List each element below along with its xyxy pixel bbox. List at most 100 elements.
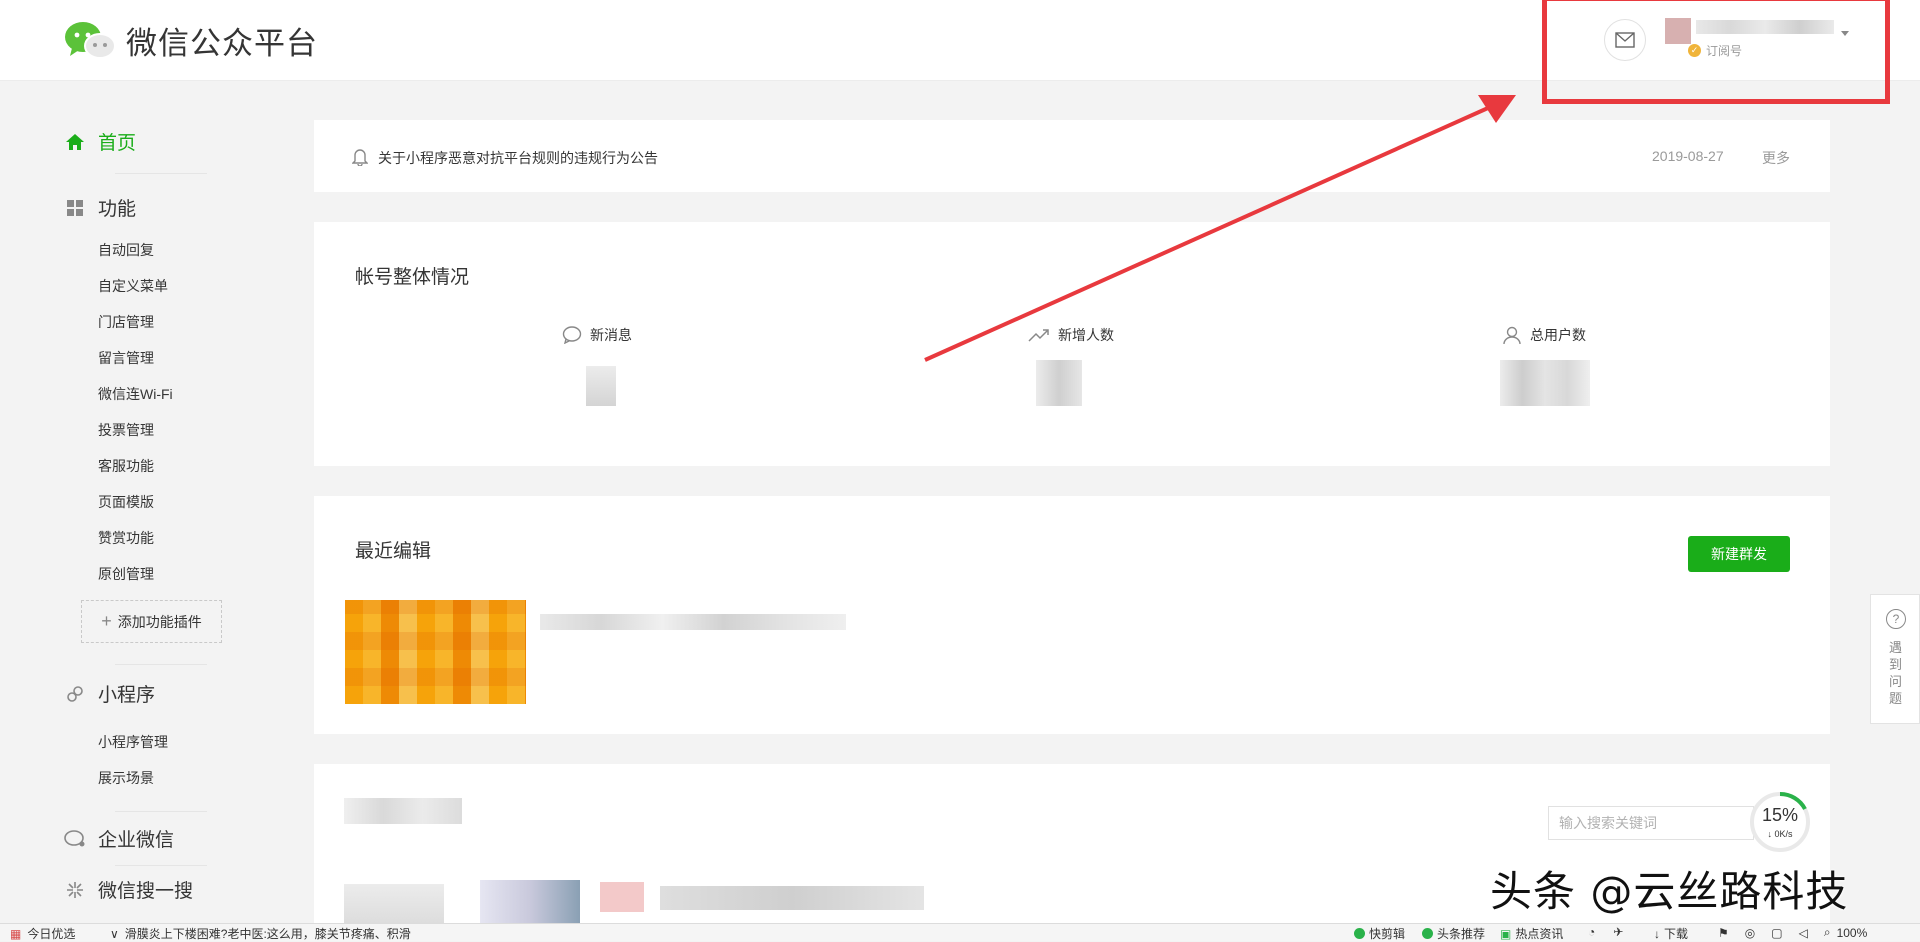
- add-plugin-label: 添加功能插件: [117, 613, 202, 630]
- sidebar-item-comments[interactable]: 留言管理: [98, 348, 154, 368]
- plus-icon: +: [101, 611, 112, 631]
- sidebar-item-auto-reply[interactable]: 自动回复: [98, 240, 154, 260]
- chevron-down-icon: ∨: [110, 926, 119, 941]
- new-mass-message-button[interactable]: 新建群发: [1688, 536, 1790, 572]
- sidebar-section-miniprogram[interactable]: 小程序: [64, 680, 155, 707]
- grid-icon: [64, 199, 86, 217]
- status-headline[interactable]: 头条推荐: [1422, 925, 1485, 942]
- recent-title: 最近编辑: [355, 541, 432, 562]
- platform-title: 微信公众平台: [126, 26, 318, 62]
- status-icons[interactable]: ◔ ✈: [1588, 925, 1641, 939]
- sidebar-item-reward[interactable]: 赞赏功能: [98, 528, 154, 548]
- enterprise-wechat-icon: [64, 829, 86, 848]
- play-icon: [1354, 928, 1365, 939]
- notice-card: 关于小程序恶意对抗平台规则的违规行为公告 2019-08-27 更多: [314, 120, 1830, 192]
- question-icon: ?: [1886, 609, 1906, 629]
- help-side-tab[interactable]: ? 遇到问题: [1870, 594, 1920, 724]
- recent-edits-card: 最近编辑 新建群发: [314, 496, 1830, 734]
- sidebar-item-home[interactable]: 首页: [64, 128, 136, 155]
- article-title-redacted[interactable]: [540, 614, 846, 630]
- add-plugin-button[interactable]: + 添加功能插件: [81, 600, 222, 643]
- stat-label: 新消息: [590, 327, 632, 343]
- status-daily-pick[interactable]: ▦ 今日优选: [10, 925, 75, 942]
- sidebar-item-original[interactable]: 原创管理: [98, 564, 154, 584]
- sidebar-section-enterprise[interactable]: 企业微信: [64, 825, 174, 852]
- divider: [115, 811, 207, 812]
- status-misc-icons[interactable]: ⚑ ◎ ▢ ◁ ⌕ 100%: [1718, 925, 1867, 940]
- stat-total-users: 总用户数: [1502, 325, 1586, 345]
- divider: [115, 173, 207, 174]
- sidebar-section-label: 微信搜一搜: [98, 881, 194, 902]
- window-icon: ▢: [1771, 925, 1783, 940]
- sound-icon: ◁: [1798, 925, 1808, 940]
- network-speed-widget[interactable]: 15% ↓ 0K/s: [1750, 792, 1810, 852]
- wechat-logo[interactable]: 微信公众平台: [64, 18, 318, 63]
- zoom-level[interactable]: 100%: [1837, 926, 1868, 940]
- news-text: 滑膜炎上下楼困难?老中医:这么用，膝关节疼痛、积滑: [124, 927, 411, 941]
- watermark-text: 头条 @云丝路科技: [1490, 867, 1849, 916]
- user-icon: [1502, 325, 1522, 345]
- status-label: 今日优选: [27, 927, 76, 941]
- sidebar-item-label: 首页: [98, 133, 137, 154]
- sidebar-item-page-template[interactable]: 页面模版: [98, 492, 154, 512]
- sidebar-section-label: 企业微信: [98, 830, 175, 851]
- download-icon: ↓: [1654, 926, 1660, 941]
- status-hot-news[interactable]: ▣ 热点资讯: [1500, 925, 1563, 942]
- search-input[interactable]: 输入搜索关键词: [1548, 806, 1754, 840]
- sidebar: 首页 功能 自动回复 自定义菜单 门店管理 留言管理 微信连Wi-Fi 投票管理…: [0, 80, 300, 940]
- browser-icon: ◎: [1744, 925, 1756, 940]
- status-download[interactable]: ↓ 下载: [1654, 925, 1688, 942]
- message-image-redacted: [600, 882, 644, 912]
- stat-label: 新增人数: [1058, 327, 1114, 343]
- trend-up-icon: [1028, 327, 1050, 343]
- notice-more-link[interactable]: 更多: [1762, 148, 1790, 168]
- sidebar-item-custom-menu[interactable]: 自定义菜单: [98, 276, 168, 296]
- overview-title: 帐号整体情况: [355, 267, 470, 288]
- gift-icon: ▦: [10, 926, 22, 941]
- browser-status-bar: ▦ 今日优选 ∨ 滑膜炎上下楼困难?老中医:这么用，膝关节疼痛、积滑 快剪辑 头…: [0, 923, 1920, 941]
- annotation-highlight-box: [1542, 0, 1890, 104]
- news-icon: ▣: [1500, 926, 1512, 941]
- status-news-ticker[interactable]: ∨ 滑膜炎上下楼困难?老中医:这么用，膝关节疼痛、积滑: [110, 925, 411, 942]
- sidebar-item-vote[interactable]: 投票管理: [98, 420, 154, 440]
- sidebar-section-features[interactable]: 功能: [64, 194, 136, 221]
- sparkle-icon: [64, 880, 86, 900]
- stat-new-followers: 新增人数: [1028, 325, 1114, 345]
- sidebar-item-display-scene[interactable]: 展示场景: [98, 768, 154, 788]
- bell-icon: [352, 149, 368, 166]
- sidebar-item-store[interactable]: 门店管理: [98, 312, 154, 332]
- account-overview-card: 帐号整体情况 新消息 新增人数 总用户数: [314, 222, 1830, 466]
- sidebar-item-miniprogram-manage[interactable]: 小程序管理: [98, 732, 168, 752]
- status-label: 快剪辑: [1369, 927, 1406, 941]
- stat-value-redacted: [1036, 360, 1082, 406]
- status-label: 头条推荐: [1437, 927, 1486, 941]
- article-thumbnail[interactable]: [345, 600, 526, 704]
- speed-icon: ◔: [1588, 925, 1596, 939]
- play-icon: [1422, 928, 1433, 939]
- sidebar-section-search[interactable]: 微信搜一搜: [64, 876, 193, 903]
- status-label: 下载: [1664, 927, 1689, 941]
- divider: [115, 664, 207, 665]
- stat-value-redacted: [586, 366, 616, 406]
- message-text-redacted: [660, 886, 924, 910]
- sidebar-section-label: 小程序: [98, 685, 156, 706]
- help-label: 遇到问题: [1889, 640, 1903, 706]
- divider: [115, 865, 207, 866]
- status-quick-edit[interactable]: 快剪辑: [1354, 925, 1405, 942]
- stat-label: 总用户数: [1530, 327, 1586, 343]
- wechat-logo-icon: [65, 21, 116, 59]
- link-icon: [64, 685, 86, 703]
- sidebar-item-customer-service[interactable]: 客服功能: [98, 456, 154, 476]
- sidebar-item-wifi[interactable]: 微信连Wi-Fi: [98, 384, 173, 404]
- rocket-icon: ✈: [1613, 925, 1624, 939]
- speed-percent: 15%: [1761, 805, 1799, 825]
- speed-rate: ↓ 0K/s: [1767, 829, 1793, 839]
- home-icon: [64, 133, 86, 151]
- status-label: 热点资讯: [1515, 927, 1564, 941]
- sidebar-section-label: 功能: [98, 199, 137, 220]
- flag-icon: ⚑: [1718, 925, 1729, 940]
- stat-value-redacted: [1500, 360, 1590, 406]
- stat-new-messages: 新消息: [562, 325, 632, 345]
- notice-link[interactable]: 关于小程序恶意对抗平台规则的违规行为公告: [378, 148, 658, 168]
- notice-date: 2019-08-27: [1652, 148, 1724, 164]
